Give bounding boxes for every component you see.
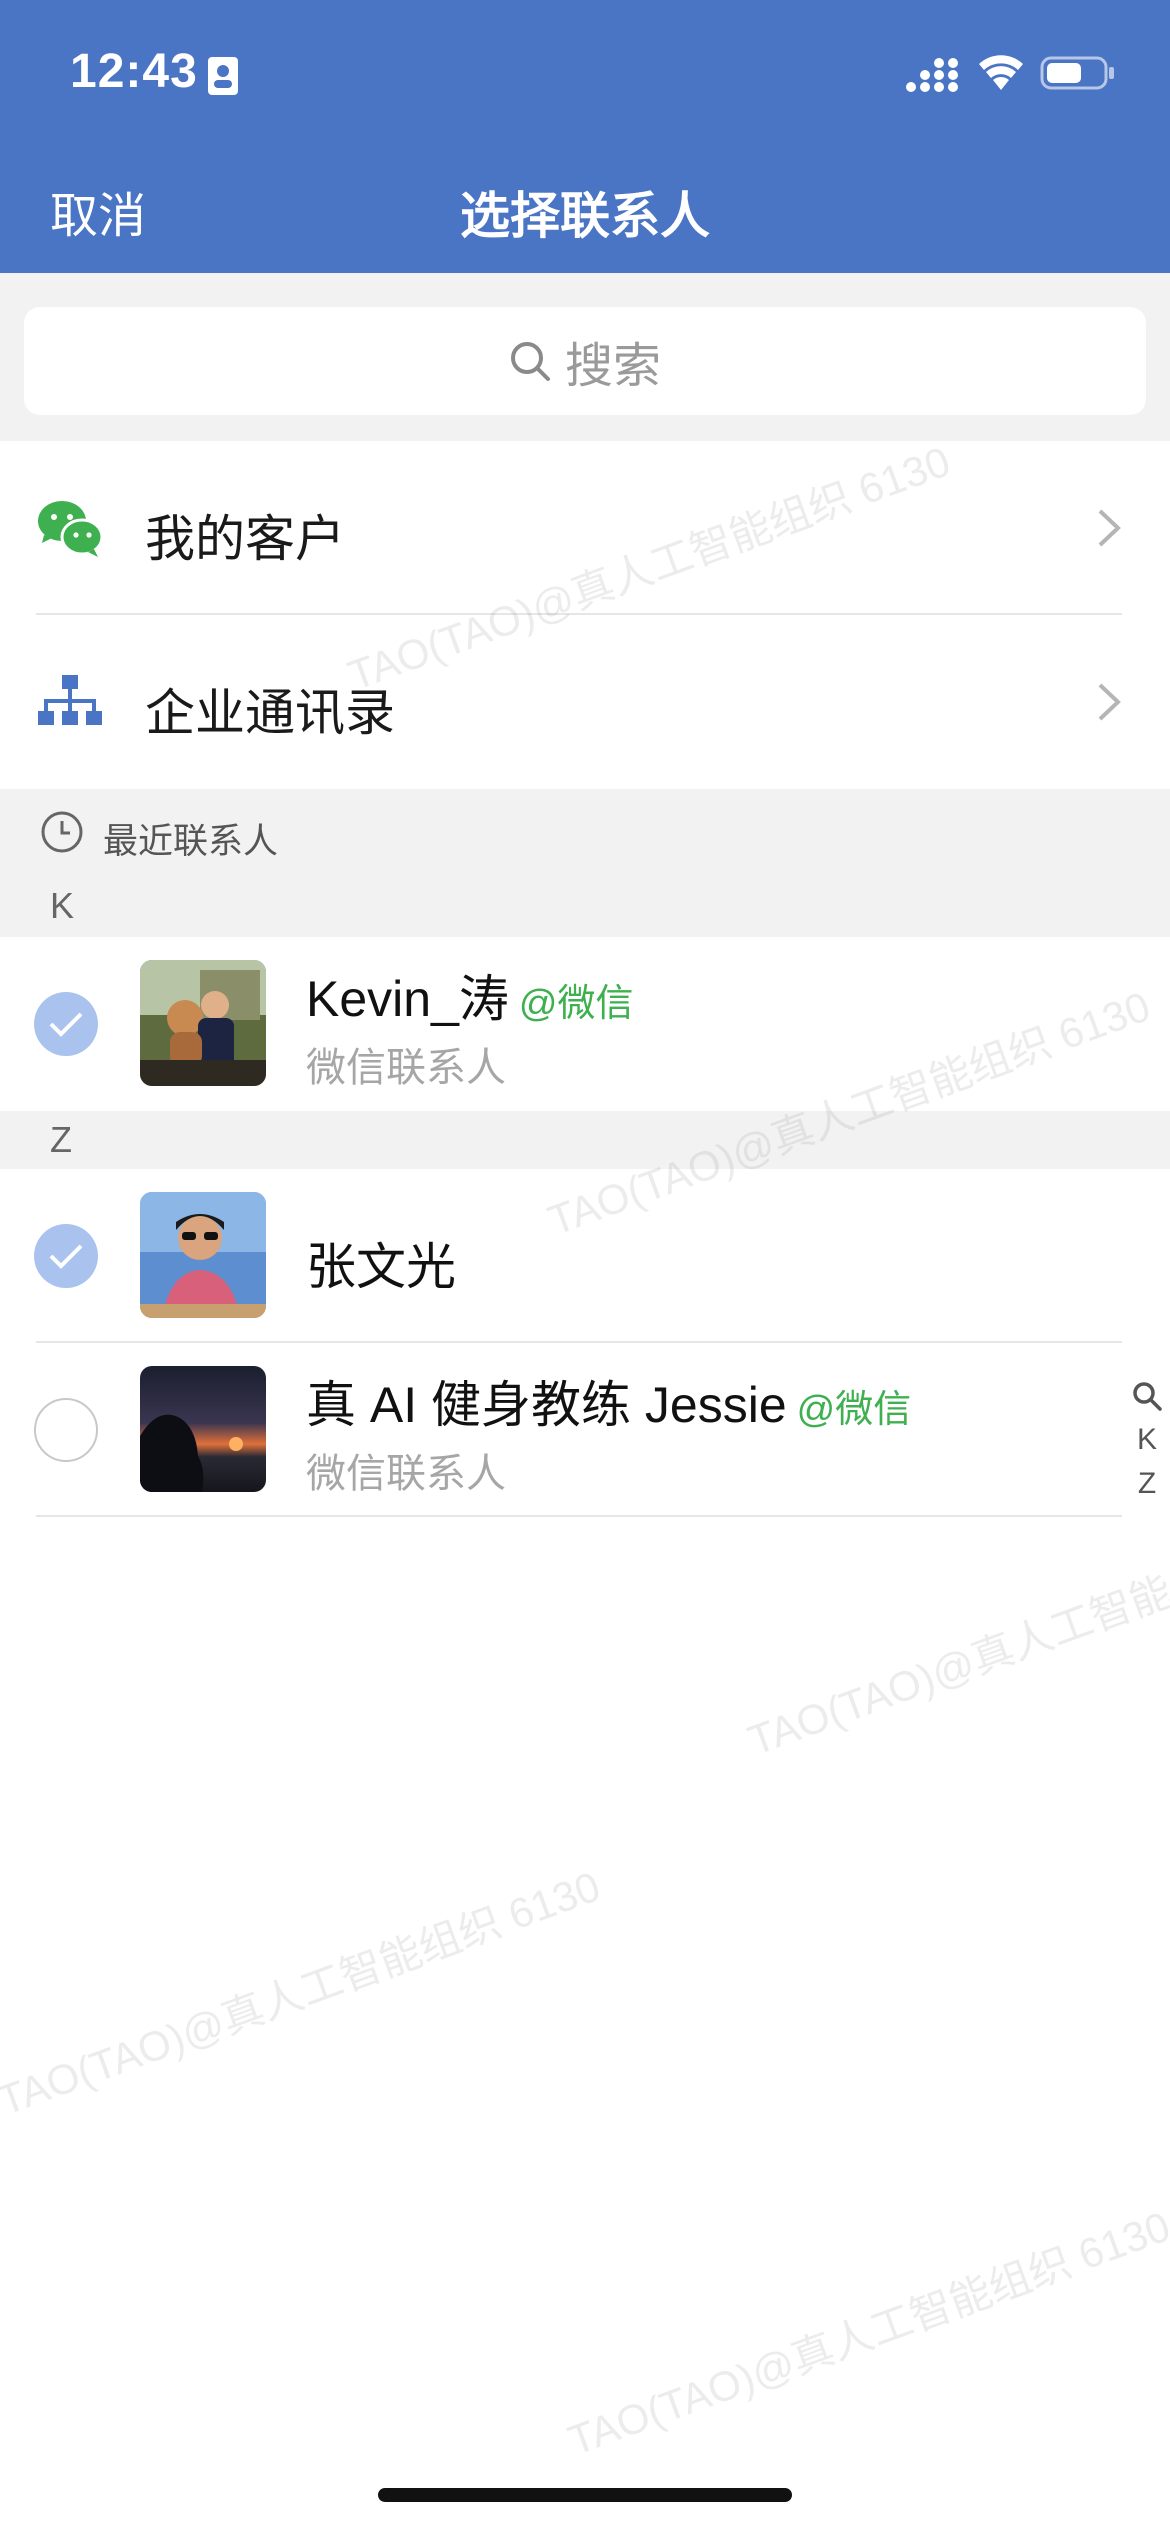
contact-row[interactable]: 张文光 bbox=[0, 1169, 1170, 1343]
contact-card-icon bbox=[208, 57, 238, 95]
recent-contacts-label: 最近联系人 bbox=[103, 822, 279, 861]
avatar bbox=[140, 1192, 266, 1318]
chevron-right-icon bbox=[1098, 509, 1121, 547]
search-icon bbox=[1133, 1382, 1162, 1411]
header-bar: 12:43 取消 选择联系人 bbox=[0, 0, 1170, 273]
contact-row[interactable]: Kevin_涛 @微信 微信联系人 bbox=[0, 937, 1170, 1111]
checkbox-checked[interactable] bbox=[34, 992, 98, 1056]
chevron-right-icon bbox=[1098, 683, 1121, 721]
contact-name: 张文光 bbox=[306, 1227, 456, 1299]
alphabet-index-bar[interactable]: K Z bbox=[1130, 1374, 1164, 1506]
contact-name: Kevin_涛 @微信 bbox=[306, 959, 633, 1031]
my-customers-label: 我的客户 bbox=[145, 511, 345, 567]
contact-name: 真 AI 健身教练 Jessie @微信 bbox=[306, 1365, 911, 1437]
contact-name-text: 张文光 bbox=[306, 1239, 456, 1295]
contact-name-text: 真 AI 健身教练 Jessie bbox=[306, 1377, 787, 1433]
battery-icon bbox=[1040, 56, 1114, 90]
search-icon bbox=[510, 342, 550, 381]
watermark: TAO(TAO)@真人工智能组织 6130 bbox=[562, 2202, 1170, 2465]
clock-icon bbox=[41, 811, 83, 853]
avatar bbox=[140, 960, 266, 1086]
wechat-icon bbox=[38, 501, 104, 557]
search-section: 搜索 bbox=[0, 273, 1170, 441]
contact-subtitle: 微信联系人 bbox=[306, 1452, 506, 1496]
wechat-tag: @微信 bbox=[796, 1389, 912, 1431]
check-icon bbox=[49, 1012, 83, 1037]
check-icon bbox=[49, 1244, 83, 1269]
index-letter-k[interactable]: K bbox=[1130, 1418, 1164, 1462]
section-header-z: Z bbox=[0, 1111, 1170, 1169]
cellular-signal-icon bbox=[906, 58, 958, 92]
enterprise-directory-label: 企业通讯录 bbox=[145, 685, 395, 741]
search-placeholder: 搜索 bbox=[564, 340, 661, 393]
avatar bbox=[140, 1366, 266, 1492]
home-indicator bbox=[378, 2488, 792, 2502]
my-customers-entry[interactable]: 我的客户 bbox=[0, 441, 1170, 615]
checkbox-unchecked[interactable] bbox=[34, 1398, 98, 1462]
watermark: TAO(TAO)@真人工智能组织 6130 bbox=[742, 1502, 1170, 1765]
recent-contacts-header: 最近联系人 K bbox=[0, 789, 1170, 937]
wifi-icon bbox=[979, 55, 1023, 90]
watermark: TAO(TAO)@真人工智能组织 6130 bbox=[0, 1862, 607, 2125]
page-title: 选择联系人 bbox=[460, 188, 710, 244]
wechat-tag: @微信 bbox=[518, 983, 634, 1025]
search-input[interactable]: 搜索 bbox=[24, 307, 1146, 415]
checkbox-checked[interactable] bbox=[34, 1224, 98, 1288]
status-time: 12:43 bbox=[70, 45, 198, 98]
contact-row[interactable]: 真 AI 健身教练 Jessie @微信 微信联系人 bbox=[0, 1343, 1170, 1517]
enterprise-directory-entry[interactable]: 企业通讯录 bbox=[0, 615, 1170, 789]
contact-subtitle: 微信联系人 bbox=[306, 1046, 506, 1090]
org-chart-icon bbox=[38, 675, 102, 725]
index-search[interactable] bbox=[1130, 1374, 1164, 1418]
section-letter-k: K bbox=[50, 885, 75, 926]
index-letter-z[interactable]: Z bbox=[1130, 1462, 1164, 1506]
section-letter-z: Z bbox=[50, 1119, 72, 1160]
contact-name-text: Kevin_涛 bbox=[306, 971, 509, 1027]
divider bbox=[36, 1515, 1122, 1517]
